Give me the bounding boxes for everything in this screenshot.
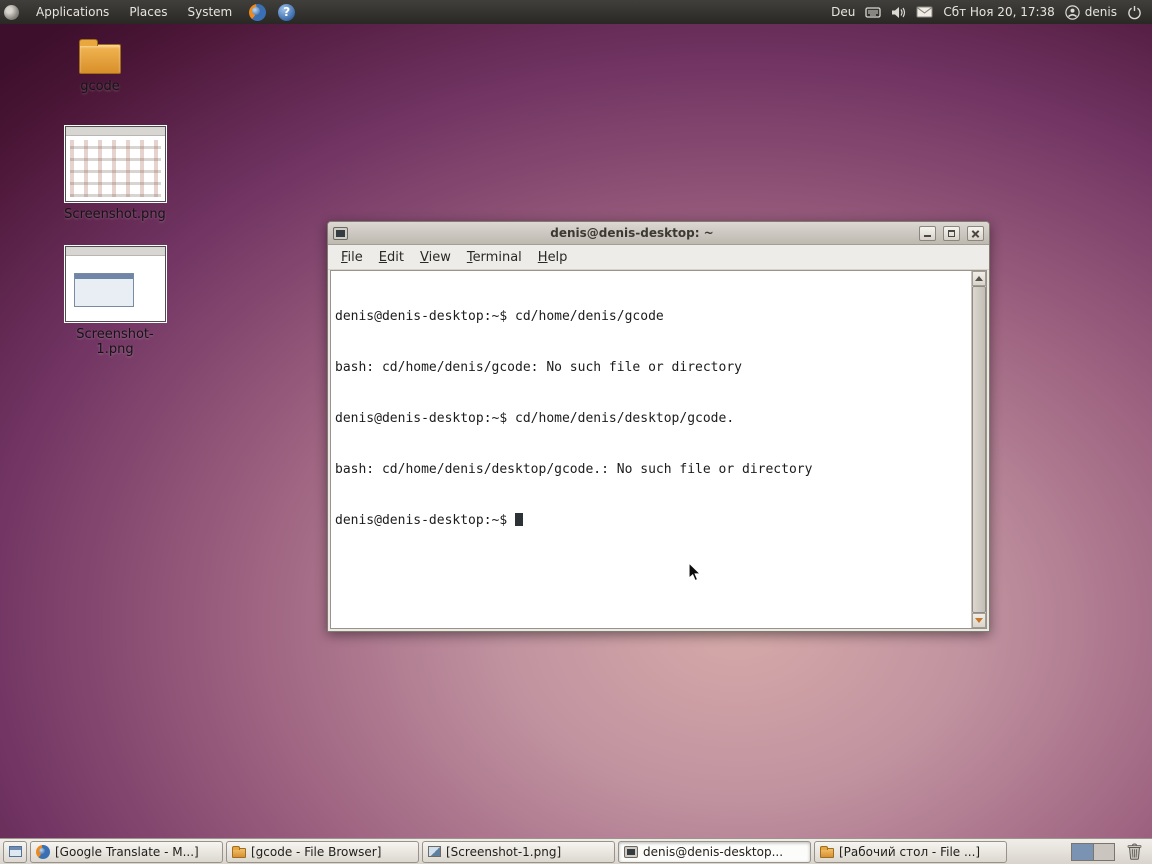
terminal-body: denis@denis-desktop:~$ cd/home/denis/gco… [330,270,987,629]
desktop-icon-screenshot[interactable]: Screenshot.png [59,125,171,222]
taskbar: [Google Translate - M...] [gcode - File … [0,838,1152,864]
task-label: [Screenshot-1.png] [446,844,562,859]
top-panel-left: Applications Places System ? [0,1,299,23]
terminal-line: bash: cd/home/denis/gcode: No such file … [335,360,742,375]
thumbnail-content [73,273,134,307]
minimize-icon [924,234,931,237]
close-button[interactable] [967,225,984,241]
desktop-icon-gcode[interactable]: gcode [44,39,156,94]
terminal-prompt-line: denis@denis-desktop:~$ [335,512,967,529]
trash-icon [1127,843,1141,860]
arrow-down-icon [975,618,983,623]
thumbnail-toolbar [65,247,165,256]
maximize-icon [948,229,955,237]
minimize-button[interactable] [919,225,936,241]
task-desktop-file-browser[interactable]: [Рабочий стол - File ...] [814,840,1007,863]
workspace-switcher[interactable] [1071,842,1115,861]
task-screenshot-1[interactable]: [Screenshot-1.png] [422,840,615,863]
task-label: [Google Translate - M...] [55,844,199,859]
image-thumbnail-icon [63,245,167,323]
top-panel: Applications Places System ? Deu Сбт Ноя… [0,0,1152,24]
menu-view[interactable]: View [412,246,459,269]
workspace-2[interactable] [1093,843,1114,860]
task-label: [Рабочий стол - File ...] [839,844,981,859]
terminal-window: denis@denis-desktop: ~ File Edit View Te… [327,221,990,632]
desktop-icon-screenshot-1[interactable]: Screenshot-1.png [59,245,171,357]
thumbnail-toolbar [65,127,165,136]
desktop-screen: Applications Places System ? Deu Сбт Ноя… [0,0,1152,864]
desktop-icon-label: Screenshot.png [64,207,166,222]
task-label: denis@denis-desktop... [643,844,784,859]
folder-icon [232,845,246,858]
top-panel-right: Deu Сбт Ноя 20, 17:38 denis [831,4,1152,20]
task-gcode-file-browser[interactable]: [gcode - File Browser] [226,840,419,863]
show-desktop-icon [8,846,22,857]
desktop-icon-label: Screenshot-1.png [76,327,154,357]
scroll-up-button[interactable] [972,271,986,286]
menu-places[interactable]: Places [120,1,176,23]
task-label: [gcode - File Browser] [251,844,382,859]
firefox-icon [36,844,50,859]
window-title: denis@denis-desktop: ~ [550,226,714,240]
distributor-logo-icon[interactable] [4,4,19,20]
power-icon[interactable] [1127,5,1142,20]
terminal-line: bash: cd/home/denis/desktop/gcode.: No s… [335,462,813,477]
task-terminal[interactable]: denis@denis-desktop... [618,840,811,863]
taskbar-right [1071,841,1149,863]
arrow-up-icon [975,276,983,281]
terminal-prompt: denis@denis-desktop:~$ [335,513,516,528]
keyboard-icon[interactable] [865,6,881,18]
show-desktop-button[interactable] [3,840,27,863]
terminal-titlebar[interactable]: denis@denis-desktop: ~ [328,222,989,245]
desktop-icon-label: gcode [80,79,120,94]
folder-icon [79,39,121,74]
terminal-line: denis@denis-desktop:~$ cd/home/denis/gco… [335,309,664,324]
terminal-window-icon [333,226,348,240]
terminal-menubar: File Edit View Terminal Help [328,245,989,270]
terminal-scrollbar[interactable] [971,271,986,628]
terminal-output[interactable]: denis@denis-desktop:~$ cd/home/denis/gco… [331,271,971,628]
scrollbar-thumb[interactable] [972,286,986,613]
username-label: denis [1084,5,1117,19]
menu-system[interactable]: System [178,1,241,23]
menu-file[interactable]: File [333,246,371,269]
clock[interactable]: Сбт Ноя 20, 17:38 [943,5,1054,19]
maximize-button[interactable] [943,225,960,241]
firefox-launcher-icon[interactable] [249,3,267,21]
thumbnail-content [69,140,161,197]
menu-help[interactable]: Help [530,246,576,269]
terminal-icon [624,845,638,858]
terminal-cursor [515,513,524,526]
image-icon [428,846,441,857]
scroll-down-button[interactable] [972,613,986,628]
image-thumbnail-icon [63,125,167,203]
folder-icon [820,845,834,858]
speaker-icon[interactable] [891,6,906,19]
trash-applet[interactable] [1123,841,1145,863]
menu-applications[interactable]: Applications [27,1,118,23]
mail-icon[interactable] [916,6,933,18]
keyboard-layout-indicator[interactable]: Deu [831,5,855,19]
user-icon [1065,4,1080,20]
help-launcher-icon[interactable]: ? [278,3,296,21]
menu-edit[interactable]: Edit [371,246,412,269]
menu-terminal[interactable]: Terminal [459,246,530,269]
workspace-1[interactable] [1072,843,1093,860]
task-google-translate[interactable]: [Google Translate - M...] [30,840,223,863]
user-menu[interactable]: denis [1065,4,1117,20]
terminal-line: denis@denis-desktop:~$ cd/home/denis/des… [335,411,735,426]
